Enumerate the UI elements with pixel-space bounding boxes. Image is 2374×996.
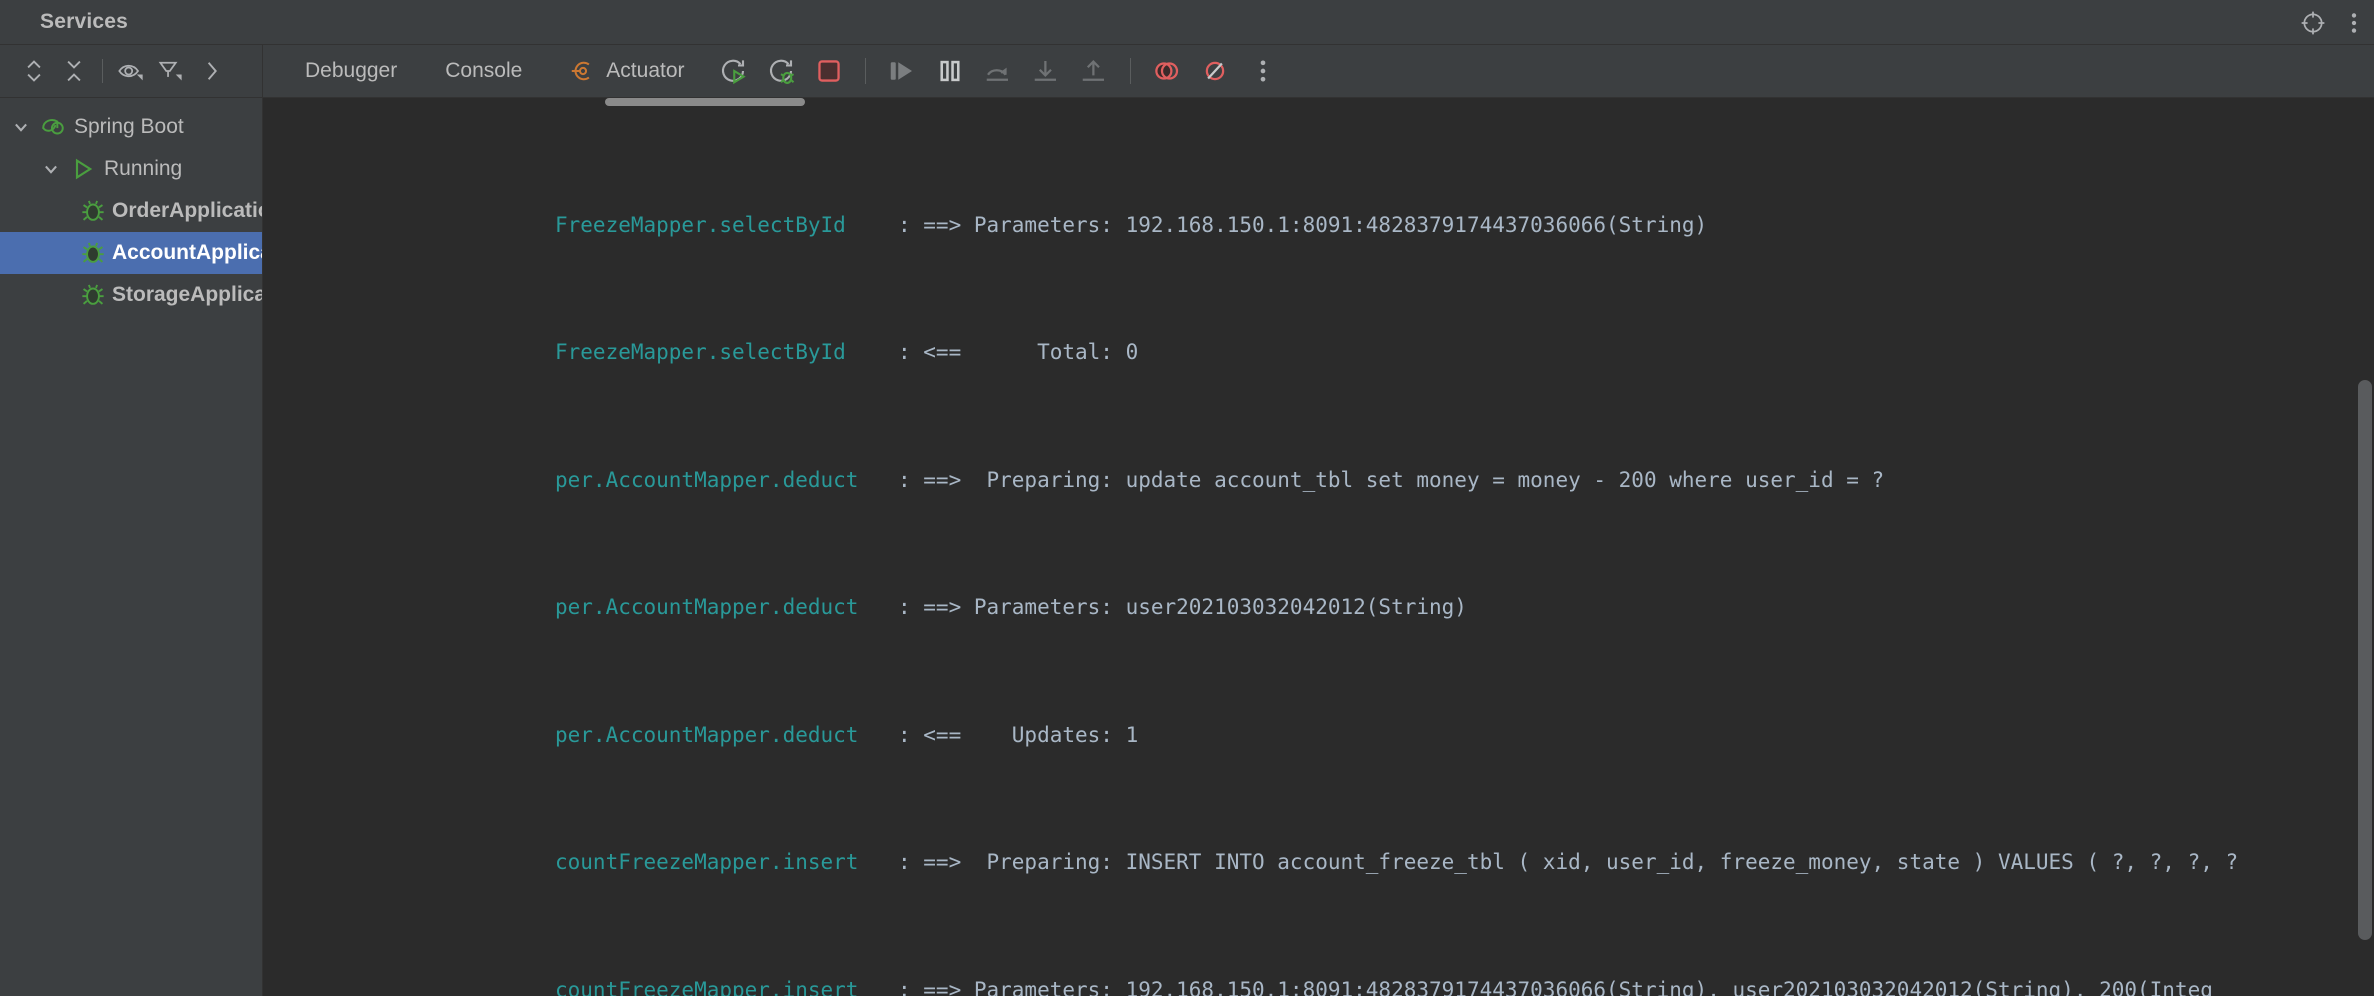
view-breakpoints-icon[interactable]: [1145, 49, 1189, 93]
debug-bug-icon: [80, 241, 106, 265]
tab-debugger[interactable]: Debugger: [281, 45, 421, 98]
log-message: : <== Total: 0: [898, 340, 1139, 364]
tree-item-label: Spring Boot: [74, 115, 184, 138]
tree-item-spring-boot[interactable]: Spring Boot: [0, 106, 262, 148]
main-split: Spring Boot Running OrderApplicati Accou…: [0, 45, 2374, 996]
step-over-icon[interactable]: [976, 49, 1020, 93]
tree-item-storageapplication[interactable]: StorageApplication: [0, 274, 262, 316]
log-message: : <== Updates: 1: [898, 722, 1139, 747]
log-message: : ==> Parameters: 192.168.150.1:8091:482…: [898, 212, 1708, 237]
chevron-down-icon[interactable]: [34, 160, 68, 178]
log-line: per.AccountMapper.deduct : ==> Parameters…: [555, 586, 2374, 629]
expand-collapse-icon[interactable]: [14, 51, 54, 91]
run-toolbar: Debugger Console Actuator: [263, 45, 2374, 98]
more-options-icon[interactable]: [2350, 10, 2358, 36]
tab-label: Debugger: [305, 59, 398, 82]
tree-item-accountapplication[interactable]: AccountApplication: [0, 232, 262, 274]
chevron-right-icon[interactable]: [191, 51, 231, 91]
log-category: per.AccountMapper.deduct: [555, 467, 859, 492]
log-line: per.AccountMapper.deduct : <== Updates: 1: [555, 714, 2374, 757]
log-category: countFreezeMapper.insert: [555, 850, 859, 874]
log-lines: FreezeMapper.selectById : ==> Parameters:…: [263, 98, 2374, 996]
log-category: countFreezeMapper.insert: [555, 977, 859, 996]
tree-item-label: Running: [104, 157, 183, 180]
console-output[interactable]: FreezeMapper.selectById : ==> Parameters:…: [263, 98, 2374, 996]
rerun-icon[interactable]: [711, 49, 755, 93]
debug-bug-icon: [80, 199, 106, 223]
chevron-down-icon[interactable]: [4, 118, 38, 136]
toolbar-divider: [1129, 58, 1131, 84]
log-message: : ==> Preparing: update account_tbl set …: [898, 467, 1885, 492]
tree-item-label: OrderApplication: [112, 199, 262, 222]
vertical-scrollbar-thumb[interactable]: [2358, 380, 2372, 940]
log-category: FreezeMapper.selectById: [555, 340, 846, 364]
pause-program-icon[interactable]: [928, 49, 972, 93]
log-category: per.AccountMapper.deduct: [555, 722, 859, 747]
tab-console[interactable]: Console: [421, 45, 546, 98]
tree-item-label: AccountApplication: [112, 241, 262, 264]
tree-item-orderapplication[interactable]: OrderApplication: [0, 190, 262, 232]
step-out-icon[interactable]: [1072, 49, 1116, 93]
log-line: FreezeMapper.selectById : <== Total: 0: [555, 331, 2374, 374]
vertical-scrollbar[interactable]: [2356, 98, 2374, 996]
rerun-debug-icon[interactable]: [759, 49, 803, 93]
filter-icon[interactable]: [151, 51, 191, 91]
debug-bug-icon: [80, 283, 106, 307]
log-message: : ==> Parameters: 192.168.150.1:8091:482…: [898, 977, 2213, 996]
run-panel: Debugger Console Actuator FreezeMapper.s…: [263, 45, 2374, 996]
tree-item-label: StorageApplication: [112, 283, 262, 306]
log-line: FreezeMapper.selectById : ==> Parameters:…: [555, 204, 2374, 247]
running-play-icon: [68, 157, 98, 181]
tab-label: Console: [445, 59, 523, 82]
stop-icon[interactable]: [807, 49, 851, 93]
tree-item-running[interactable]: Running: [0, 148, 262, 190]
more-options-icon[interactable]: [1241, 49, 1285, 93]
mute-breakpoints-icon[interactable]: [1193, 49, 1237, 93]
toolbar-divider: [102, 59, 103, 83]
log-message: : ==> Parameters: user202103032042012(St…: [898, 595, 1467, 619]
title-bar: Services: [0, 0, 2374, 45]
log-message: : ==> Preparing: INSERT INTO account_fre…: [898, 850, 2239, 874]
horizontal-scrollbar-thumb[interactable]: [605, 98, 805, 106]
tab-label: Actuator: [606, 59, 685, 82]
step-into-icon[interactable]: [1024, 49, 1068, 93]
services-tree: Spring Boot Running OrderApplicati Accou…: [0, 98, 262, 996]
tab-actuator[interactable]: Actuator: [546, 45, 708, 98]
show-hide-icon[interactable]: [111, 51, 151, 91]
collapse-all-icon[interactable]: [54, 51, 94, 91]
log-category: FreezeMapper.selectById: [555, 212, 846, 237]
sidebar-toolbar: [0, 45, 262, 98]
toolbar-divider: [864, 58, 866, 84]
resume-program-icon[interactable]: [880, 49, 924, 93]
title-bar-actions: [2300, 0, 2358, 45]
log-line: countFreezeMapper.insert : ==> Preparing:…: [555, 841, 2374, 884]
settings-target-icon[interactable]: [2300, 10, 2326, 36]
page-title: Services: [40, 10, 129, 33]
spring-boot-icon: [38, 115, 68, 139]
log-line: per.AccountMapper.deduct : ==> Preparing:…: [555, 459, 2374, 502]
services-sidebar: Spring Boot Running OrderApplicati Accou…: [0, 45, 263, 996]
log-line: countFreezeMapper.insert : ==> Parameters…: [555, 969, 2374, 996]
actuator-icon: [570, 59, 596, 83]
log-category: per.AccountMapper.deduct: [555, 595, 859, 619]
